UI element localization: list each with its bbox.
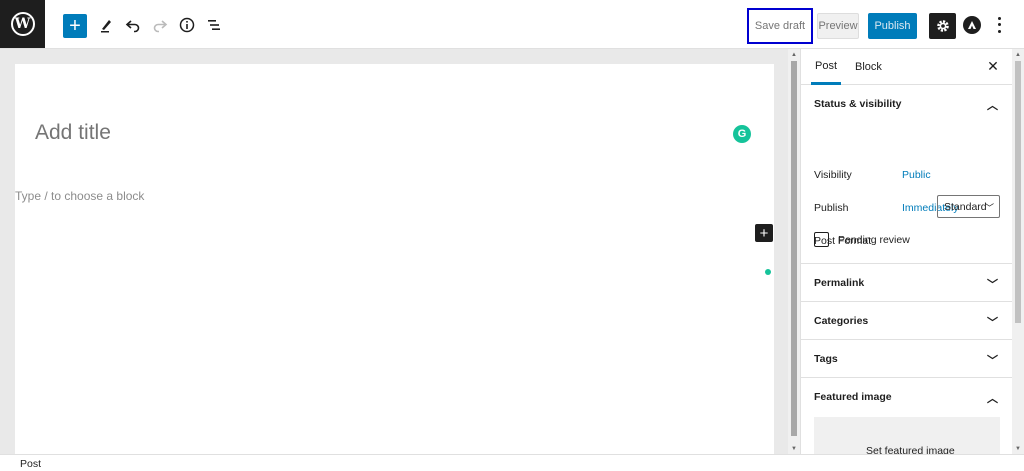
tools-pencil-icon[interactable] <box>94 13 118 37</box>
astra-icon[interactable] <box>963 16 981 34</box>
editor-scrollbar-thumb[interactable] <box>791 61 797 436</box>
publish-label: Publish <box>814 202 849 214</box>
panel-permalink[interactable]: Permalink ﹀ <box>801 264 1012 302</box>
settings-sidebar: Post Block ✕ Status & visibility ︿ Visib… <box>800 49 1012 454</box>
panel-title: Categories <box>814 314 869 327</box>
set-featured-image-label: Set featured image <box>866 445 955 454</box>
editor-footer: Post <box>0 454 1024 471</box>
chevron-down-icon: ﹀ <box>987 355 998 367</box>
editor-header: W + Save draft Preview Publish <box>0 0 1024 49</box>
block-inserter-plus-icon[interactable]: + <box>755 224 773 242</box>
chevron-up-icon: ︿ <box>987 100 998 112</box>
panel-categories[interactable]: Categories ﹀ <box>801 302 1012 340</box>
tab-post[interactable]: Post <box>811 49 842 85</box>
close-icon[interactable]: ✕ <box>985 58 1001 74</box>
sidebar-tabs: Post Block ✕ <box>801 49 1012 85</box>
publish-button[interactable]: Publish <box>868 13 917 39</box>
set-featured-image-button[interactable]: Set featured image <box>814 417 1000 454</box>
panel-title: Tags <box>814 352 838 365</box>
wordpress-logo-icon[interactable]: W <box>0 0 45 48</box>
sidebar-scrollbar[interactable]: ▲ ▼ <box>1012 49 1024 454</box>
panel-title: Permalink <box>814 276 865 289</box>
panel-featured-image[interactable]: Featured image ︿ <box>801 378 1012 416</box>
chevron-up-icon: ︿ <box>987 393 998 405</box>
save-draft-highlight <box>747 8 813 44</box>
pending-review-label[interactable]: Pending review <box>838 234 910 246</box>
list-view-icon[interactable] <box>202 13 226 37</box>
chevron-down-icon: ﹀ <box>987 317 998 329</box>
more-options-icon[interactable] <box>992 15 1006 35</box>
grammarly-status-dot <box>765 269 771 275</box>
redo-icon[interactable] <box>148 13 172 37</box>
post-format-value: Standard <box>944 200 987 213</box>
preview-button[interactable]: Preview <box>817 13 859 39</box>
post-format-select[interactable]: Standard ﹀ <box>937 195 1000 218</box>
info-icon[interactable] <box>175 13 199 37</box>
editor-canvas[interactable] <box>15 64 774 454</box>
grammarly-icon[interactable]: G <box>733 125 751 143</box>
chevron-down-icon: ﹀ <box>984 203 994 213</box>
visibility-label: Visibility <box>814 169 852 181</box>
block-placeholder[interactable]: Type / to choose a block <box>15 189 144 203</box>
breadcrumb[interactable]: Post <box>20 458 41 470</box>
pending-review-checkbox[interactable] <box>814 232 829 247</box>
undo-icon[interactable] <box>121 13 145 37</box>
chevron-down-icon: ﹀ <box>987 279 998 291</box>
tab-block[interactable]: Block <box>851 49 886 85</box>
editor-scrollbar[interactable]: ▲ ▼ <box>788 49 800 454</box>
panel-title: Status & visibility <box>814 98 902 110</box>
sidebar-scrollbar-thumb[interactable] <box>1015 61 1021 323</box>
add-block-button[interactable]: + <box>63 14 87 38</box>
panel-status-visibility[interactable]: Status & visibility ︿ <box>801 85 1012 123</box>
post-title-input[interactable]: Add title <box>35 121 111 145</box>
panel-tags[interactable]: Tags ﹀ <box>801 340 1012 378</box>
panel-title: Featured image <box>814 391 892 403</box>
settings-gear-icon[interactable] <box>929 13 956 39</box>
visibility-toggle[interactable]: Public <box>902 169 931 181</box>
